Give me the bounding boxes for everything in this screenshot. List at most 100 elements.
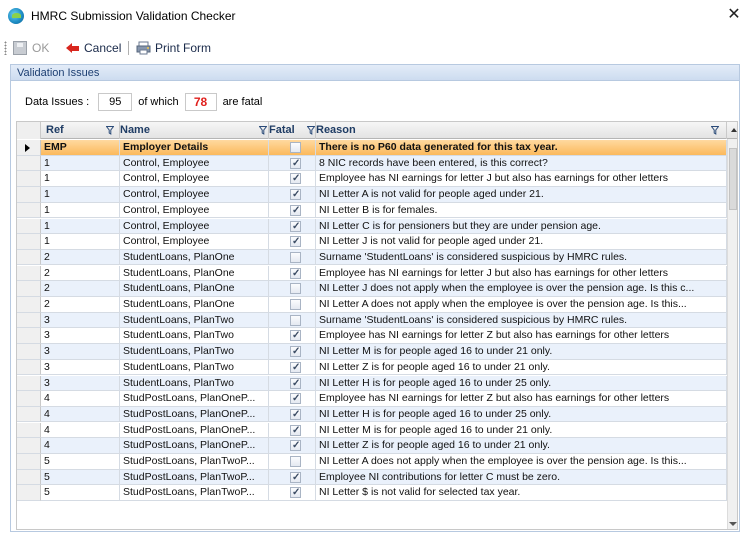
table-row[interactable]: 1Control, Employee NI Letter A is not val… [17, 187, 731, 203]
table-row[interactable]: 3StudentLoans, PlanTwo NI Letter M is for… [17, 344, 731, 360]
table-row[interactable]: 1Control, Employee Employee has NI earnin… [17, 171, 731, 187]
table-row[interactable]: EMP Employer Details There is no P60 data … [17, 140, 731, 156]
ok-button[interactable]: OK [13, 39, 49, 57]
table-row[interactable]: 5 StudPostLoans, PlanTwoP... NI Letter A d… [17, 454, 731, 470]
fatal-checkbox[interactable] [290, 266, 301, 280]
fatal-checkbox[interactable] [290, 203, 301, 217]
row-indicator[interactable] [17, 391, 41, 407]
row-indicator[interactable] [17, 234, 41, 250]
cell-ref: 1 [41, 155, 120, 172]
table-row[interactable]: 3StudentLoans, PlanTwo Employee has NI ea… [17, 328, 731, 344]
toolbar-grip[interactable] [4, 41, 7, 55]
fatal-checkbox[interactable] [290, 407, 301, 421]
fatal-checkbox[interactable] [290, 456, 301, 467]
column-header-ref[interactable]: Ref [41, 122, 120, 139]
row-indicator[interactable] [17, 187, 41, 203]
filter-icon[interactable] [106, 126, 114, 135]
fatal-checkbox[interactable] [290, 219, 301, 233]
cell-fatal [269, 485, 316, 501]
cell-name: StudentLoans, PlanTwo [120, 375, 269, 391]
cell-name: StudPostLoans, PlanOneP... [120, 391, 269, 407]
fatal-checkbox[interactable] [290, 283, 301, 295]
table-row[interactable]: 4StudPostLoans, PlanOneP... NI Letter H i… [17, 406, 731, 423]
fatal-checkbox[interactable] [290, 470, 301, 484]
table-row[interactable]: 2 StudentLoans, PlanOne NI Letter A does n… [17, 297, 731, 313]
row-indicator[interactable] [17, 249, 41, 266]
column-header-fatal[interactable]: Fatal [269, 122, 316, 139]
row-indicator[interactable] [17, 281, 41, 297]
row-indicator[interactable] [17, 344, 41, 360]
row-indicator[interactable] [17, 140, 41, 156]
print-form-button[interactable]: Print Form [136, 39, 211, 57]
fatal-checkbox[interactable] [290, 360, 301, 374]
filter-icon[interactable] [259, 126, 267, 135]
panel-header: Validation Issues [11, 65, 739, 81]
table-row[interactable]: 4StudPostLoans, PlanOneP... NI Letter M i… [17, 422, 731, 439]
filter-icon[interactable] [711, 126, 719, 135]
row-indicator[interactable] [17, 406, 41, 423]
cell-name: StudPostLoans, PlanTwoP... [120, 485, 269, 501]
row-indicator[interactable] [17, 218, 41, 234]
fatal-checkbox[interactable] [290, 423, 301, 437]
row-indicator[interactable] [17, 359, 41, 376]
table-row[interactable]: 3 StudentLoans, PlanTwo Surname 'StudentLo… [17, 312, 731, 329]
fatal-checkbox[interactable] [290, 187, 301, 202]
issues-grid[interactable]: Ref Name Fatal Reason EMP Employer Detail… [16, 121, 738, 530]
scroll-up-icon[interactable] [731, 128, 737, 132]
fatal-checkbox[interactable] [290, 376, 301, 390]
row-indicator[interactable] [17, 422, 41, 439]
fatal-checkbox[interactable] [290, 156, 301, 170]
table-row[interactable]: 2 StudentLoans, PlanOne Surname 'StudentLo… [17, 249, 731, 266]
fatal-checkbox[interactable] [290, 344, 301, 359]
scroll-down-icon[interactable] [729, 522, 737, 526]
row-indicator[interactable] [17, 171, 41, 187]
column-header-name[interactable]: Name [120, 122, 269, 139]
row-indicator[interactable] [17, 297, 41, 313]
row-indicator[interactable] [17, 312, 41, 329]
fatal-checkbox[interactable] [290, 391, 301, 406]
table-row[interactable]: 4StudPostLoans, PlanOneP... Employee has … [17, 391, 731, 407]
column-header-reason[interactable]: Reason [316, 122, 727, 139]
cell-ref: 4 [41, 391, 120, 407]
table-row[interactable]: 5StudPostLoans, PlanTwoP... Employee NI c… [17, 469, 731, 486]
row-indicator[interactable] [17, 265, 41, 282]
fatal-checkbox[interactable] [290, 142, 301, 153]
cell-fatal [269, 187, 316, 203]
cell-name: Employer Details [120, 140, 269, 156]
cell-fatal [269, 422, 316, 439]
fatal-checkbox[interactable] [290, 299, 301, 310]
row-indicator[interactable] [17, 375, 41, 391]
cell-ref: 5 [41, 469, 120, 486]
fatal-checkbox[interactable] [290, 234, 301, 249]
vertical-scrollbar[interactable] [727, 139, 737, 529]
fatal-checkbox[interactable] [290, 171, 301, 186]
row-indicator[interactable] [17, 469, 41, 486]
close-icon[interactable]: ✕ [724, 5, 744, 25]
table-row[interactable]: 1Control, Employee NI Letter B is for fem… [17, 202, 731, 219]
table-row[interactable]: 3StudentLoans, PlanTwo NI Letter Z is for… [17, 359, 731, 376]
table-row[interactable]: 4StudPostLoans, PlanOneP... NI Letter Z i… [17, 438, 731, 454]
table-row[interactable]: 1Control, Employee NI Letter C is for pen… [17, 218, 731, 234]
fatal-checkbox[interactable] [290, 251, 301, 263]
cancel-button[interactable]: Cancel [65, 39, 121, 57]
fatal-checkbox[interactable] [290, 485, 301, 500]
table-row[interactable]: 2 StudentLoans, PlanOne NI Letter J does n… [17, 281, 731, 297]
row-indicator[interactable] [17, 328, 41, 344]
table-row[interactable]: 1Control, Employee NI Letter J is not val… [17, 234, 731, 250]
table-row[interactable]: 5StudPostLoans, PlanTwoP... NI Letter $ i… [17, 485, 731, 501]
scrollbar-thumb[interactable] [729, 148, 737, 210]
filter-icon[interactable] [307, 126, 315, 135]
table-row[interactable]: 2StudentLoans, PlanOne Employee has NI ea… [17, 265, 731, 282]
table-row[interactable]: 1Control, Employee 8 NIC records have bee… [17, 155, 731, 172]
cell-fatal [269, 265, 316, 282]
cell-fatal [269, 328, 316, 344]
fatal-checkbox[interactable] [290, 328, 301, 343]
row-indicator[interactable] [17, 485, 41, 501]
fatal-checkbox[interactable] [290, 314, 301, 326]
fatal-checkbox[interactable] [290, 438, 301, 453]
row-indicator[interactable] [17, 438, 41, 454]
row-indicator[interactable] [17, 454, 41, 470]
row-indicator[interactable] [17, 155, 41, 172]
row-indicator[interactable] [17, 202, 41, 219]
table-row[interactable]: 3StudentLoans, PlanTwo NI Letter H is for… [17, 375, 731, 391]
